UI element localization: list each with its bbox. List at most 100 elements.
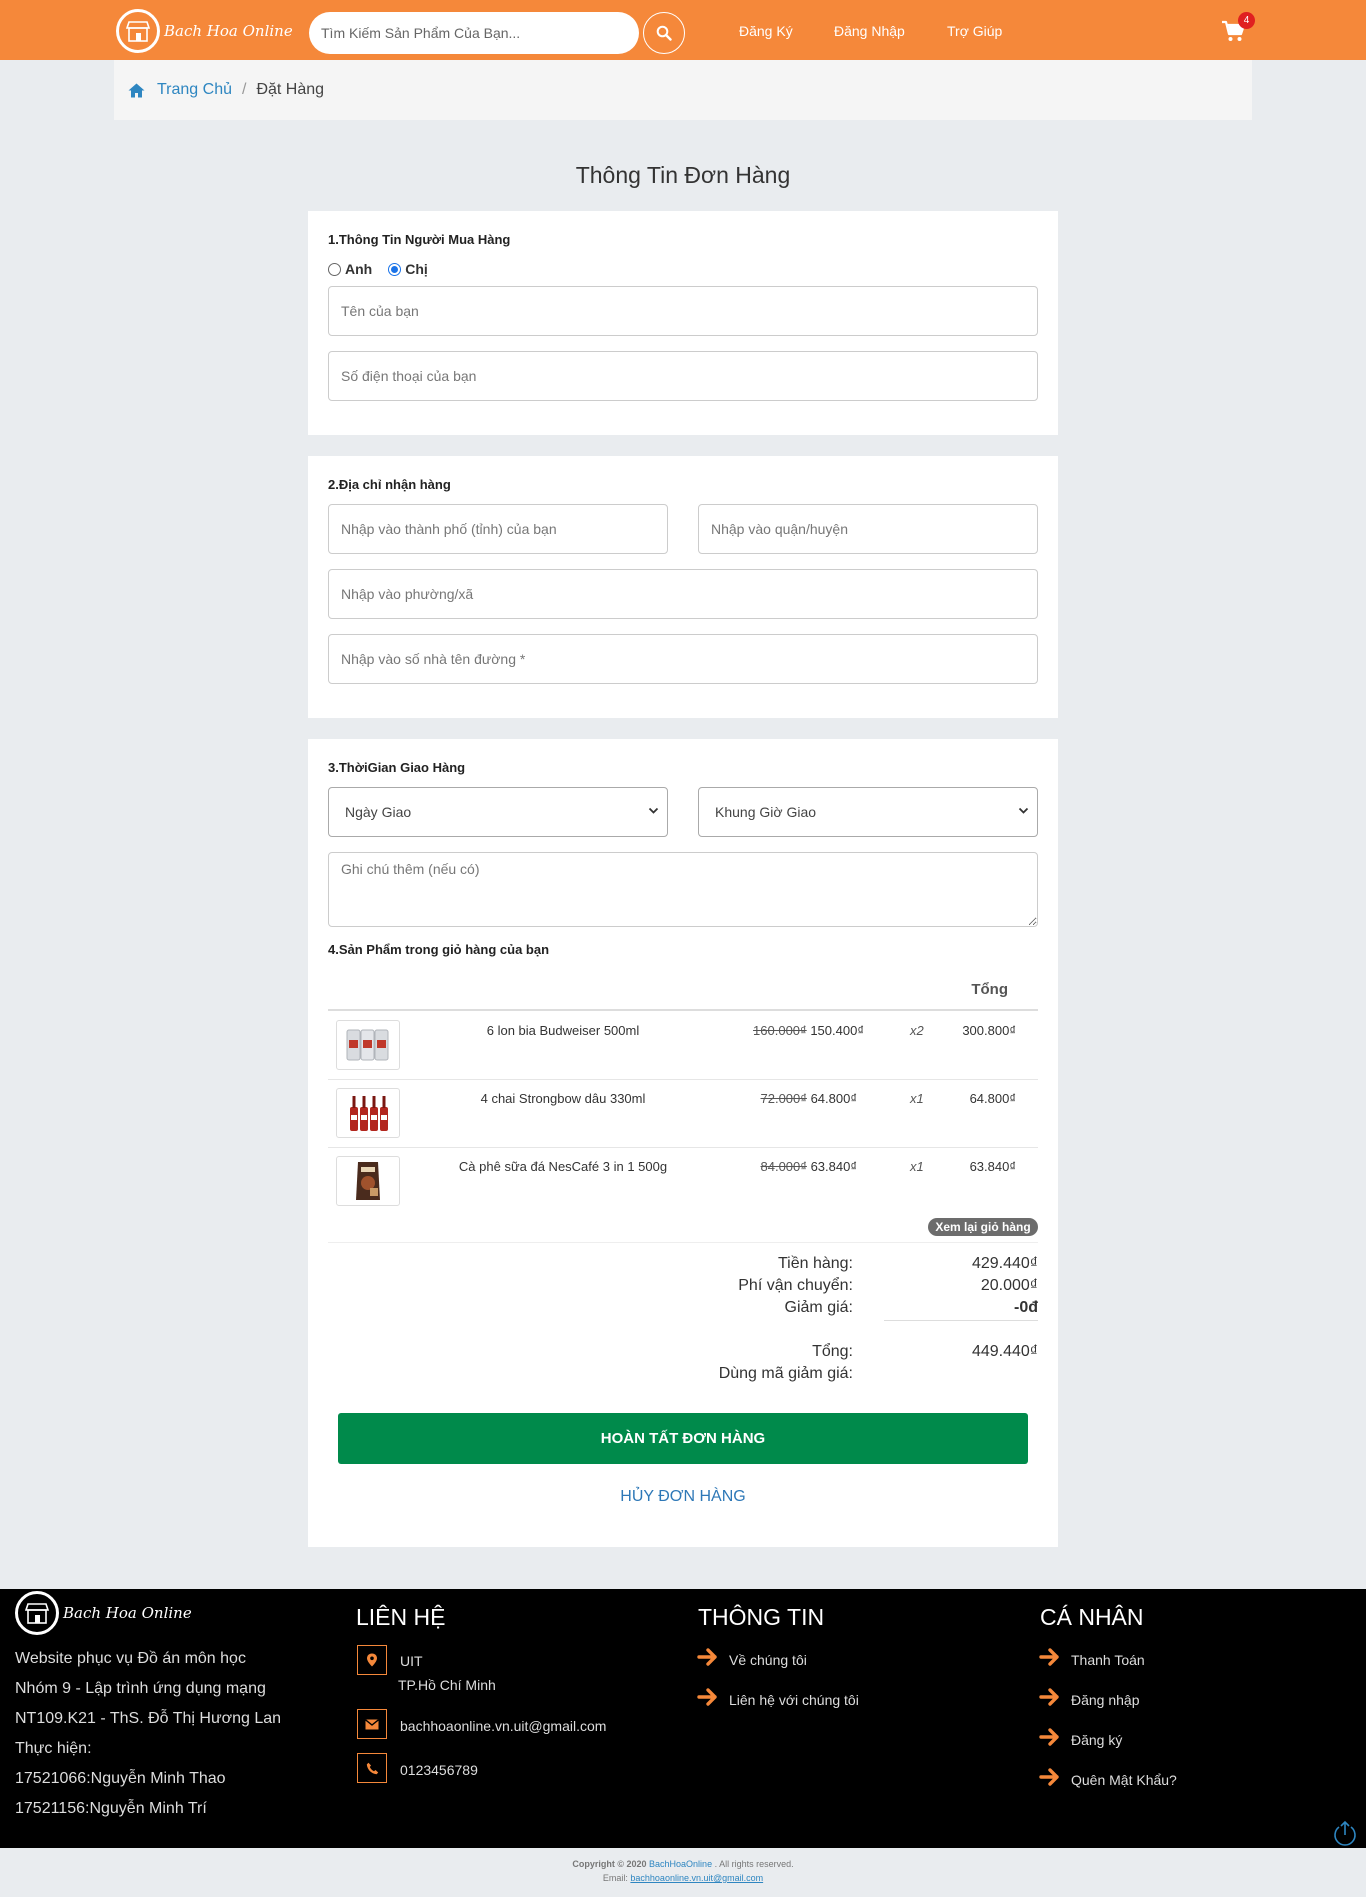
buyer-info-card: 1.Thông Tin Người Mua Hàng Anh Chị — [308, 211, 1058, 435]
copyright-brand-link[interactable]: BachHoaOnline — [649, 1859, 712, 1869]
search-button[interactable] — [643, 12, 685, 54]
discount-label: Giảm giá: — [784, 1299, 853, 1316]
footer-about: Website phục vụ Đồ án môn học Nhóm 9 - L… — [15, 1644, 281, 1824]
footer-link-checkout[interactable]: Thanh Toán — [1071, 1652, 1145, 1668]
product-thumbnail[interactable] — [336, 1020, 400, 1070]
delivery-date-select[interactable]: Ngày Giao — [328, 787, 668, 837]
footer: Bach Hoa Online Website phục vụ Đồ án mô… — [0, 1589, 1366, 1848]
nav-help[interactable]: Trợ Giúp — [947, 23, 1002, 39]
total-label: Tổng: — [812, 1343, 853, 1360]
divider — [328, 1242, 1038, 1243]
product-sale-price: 63.840₫ — [810, 1159, 857, 1174]
copyright-email-line: Email: bachhoaonline.vn.uit@gmail.com — [0, 1873, 1366, 1883]
address-card: 2.Địa chỉ nhận hàng — [308, 456, 1058, 718]
product-price: 72.000₫ 64.800₫ — [761, 1091, 858, 1106]
ward-field[interactable] — [328, 569, 1038, 619]
top-navbar: Bach Hoa Online Đăng Ký Đăng Nhập Trợ Gi… — [0, 0, 1366, 60]
footer-link-contact-us[interactable]: Liên hệ với chúng tôi — [729, 1692, 859, 1708]
cart-row: 6 lon bia Budweiser 500ml 160.000₫ 150.4… — [328, 1012, 1038, 1080]
footer-address-line-2: TP.Hồ Chí Minh — [398, 1677, 496, 1693]
page-title: Thông Tin Đơn Hàng — [575, 162, 791, 188]
review-cart-button[interactable]: Xem lại giỏ hàng — [928, 1218, 1038, 1236]
footer-about-line: Nhóm 9 - Lập trình ứng dụng mạng — [15, 1680, 266, 1697]
delivery-and-cart-card: 3.ThờiGian Giao Hàng Ngày Giao Khung Giờ… — [308, 739, 1058, 1547]
gender-label-chi: Chị — [405, 261, 428, 277]
product-quantity: x2 — [910, 1023, 924, 1038]
nav-register[interactable]: Đăng Ký — [739, 23, 793, 39]
shipping-label: Phí vận chuyển: — [738, 1277, 853, 1294]
footer-phone[interactable]: 0123456789 — [400, 1762, 478, 1778]
arrow-right-icon — [1039, 1688, 1059, 1706]
footer-about-line: NT109.K21 - ThS. Đỗ Thị Hương Lan — [15, 1710, 282, 1727]
footer-logo[interactable]: Bach Hoa Online — [15, 1591, 192, 1635]
product-thumbnail[interactable] — [336, 1088, 400, 1138]
delivery-section-title: 3.ThờiGian Giao Hàng — [328, 760, 466, 775]
logo-text: Bach Hoa Online — [164, 22, 293, 40]
store-icon — [116, 9, 160, 53]
scroll-to-top-icon[interactable] — [1330, 1818, 1360, 1848]
product-price: 160.000₫ 150.400₫ — [753, 1023, 864, 1038]
note-textarea[interactable] — [328, 852, 1038, 927]
footer-link-about-us[interactable]: Về chúng tôi — [729, 1652, 807, 1668]
breadcrumb-home-link[interactable]: Trang Chủ — [157, 81, 232, 99]
breadcrumb-separator: / — [242, 81, 247, 98]
footer-about-line: Thực hiện: — [15, 1740, 92, 1757]
arrow-right-icon — [697, 1688, 717, 1706]
cancel-order-link[interactable]: HỦY ĐƠN HÀNG — [308, 1488, 1058, 1506]
copyright-prefix: Copyright © 2020 — [572, 1859, 647, 1869]
product-name: 6 lon bia Budweiser 500ml — [486, 1023, 640, 1038]
site-logo[interactable]: Bach Hoa Online — [116, 7, 293, 55]
cider-bottles-icon — [350, 1096, 388, 1131]
chevron-down-icon — [648, 807, 659, 814]
chevron-down-icon — [1018, 807, 1029, 814]
product-name: Cà phê sữa đá NesCafé 3 in 1 500g — [458, 1159, 668, 1174]
delivery-time-select[interactable]: Khung Giờ Giao — [698, 787, 1038, 837]
street-field[interactable] — [328, 634, 1038, 684]
home-icon[interactable] — [128, 83, 145, 98]
footer-link-forgot-password[interactable]: Quên Mật Khẩu? — [1071, 1772, 1177, 1788]
phone-field[interactable] — [328, 351, 1038, 401]
cart-table-header: Tổng — [328, 975, 1038, 1011]
cart-row: Cà phê sữa đá NesCafé 3 in 1 500g 84.000… — [328, 1148, 1038, 1216]
gender-radio-chi[interactable] — [388, 262, 402, 276]
footer-info-heading: THÔNG TIN — [698, 1604, 825, 1630]
total-column-header: Tổng — [971, 981, 1008, 998]
phone-icon — [357, 1753, 387, 1783]
cart-count-badge: 4 — [1238, 12, 1255, 29]
product-quantity: x1 — [910, 1091, 924, 1106]
delivery-date-value: Ngày Giao — [345, 804, 412, 820]
copyright-bar: Copyright © 2020 BachHoaOnline . All rig… — [0, 1848, 1366, 1897]
product-price: 84.000₫ 63.840₫ — [761, 1159, 858, 1174]
gender-label-anh: Anh — [345, 261, 373, 277]
divider — [884, 1320, 1038, 1321]
footer-link-login[interactable]: Đăng nhập — [1071, 1692, 1140, 1708]
footer-email[interactable]: bachhoaonline.vn.uit@gmail.com — [400, 1718, 606, 1734]
city-field[interactable] — [328, 504, 668, 554]
district-field[interactable] — [698, 504, 1038, 554]
copyright-suffix: . All rights reserved. — [714, 1859, 794, 1869]
footer-contact-heading: LIÊN HỆ — [356, 1604, 446, 1630]
product-old-price: 84.000₫ — [760, 1159, 807, 1174]
product-thumbnail[interactable] — [336, 1156, 400, 1206]
copyright-email-link[interactable]: bachhoaonline.vn.uit@gmail.com — [630, 1873, 763, 1883]
beer-can-pack-icon — [346, 1029, 389, 1061]
gender-radio-anh[interactable] — [328, 262, 341, 276]
breadcrumb: Trang Chủ / Đặt Hàng — [114, 60, 1252, 120]
complete-order-button[interactable]: HOÀN TẤT ĐƠN HÀNG — [338, 1413, 1028, 1464]
arrow-right-icon — [1039, 1728, 1059, 1746]
name-field[interactable] — [328, 286, 1038, 336]
product-sale-price: 150.400₫ — [810, 1023, 864, 1038]
coupon-label[interactable]: Dùng mã giảm giá: — [719, 1365, 853, 1383]
product-sale-price: 64.800₫ — [810, 1091, 857, 1106]
buyer-section-title: 1.Thông Tin Người Mua Hàng — [328, 232, 511, 247]
search-icon — [656, 25, 672, 41]
product-line-total: 64.800₫ — [969, 1091, 1016, 1106]
footer-address-line-1: UIT — [400, 1653, 423, 1669]
subtotal-value: 429.440₫ — [971, 1255, 1038, 1272]
footer-about-line: Website phục vụ Đồ án môn học — [15, 1650, 246, 1667]
search-input[interactable] — [309, 12, 639, 54]
footer-link-register[interactable]: Đăng ký — [1071, 1732, 1122, 1748]
address-section-title: 2.Địa chỉ nhận hàng — [328, 477, 451, 492]
footer-personal-heading: CÁ NHÂN — [1040, 1604, 1144, 1630]
nav-login[interactable]: Đăng Nhập — [834, 23, 905, 39]
